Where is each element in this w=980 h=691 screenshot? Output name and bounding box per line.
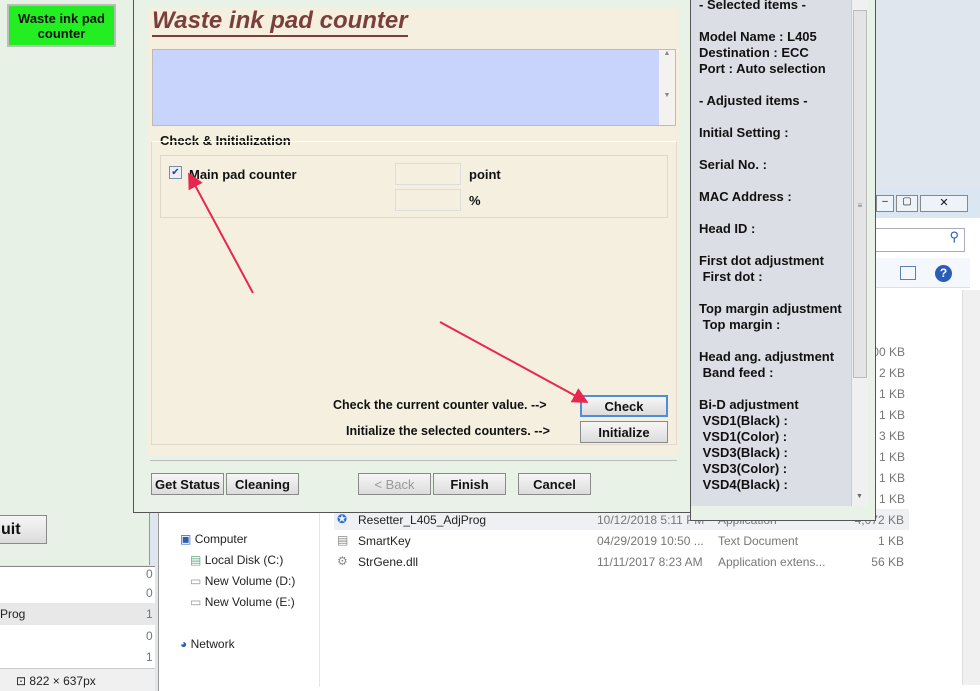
annotation-arrows: [188, 172, 589, 403]
arrow-to-check-button: [439, 321, 589, 403]
arrow-to-checkbox: [188, 172, 254, 294]
